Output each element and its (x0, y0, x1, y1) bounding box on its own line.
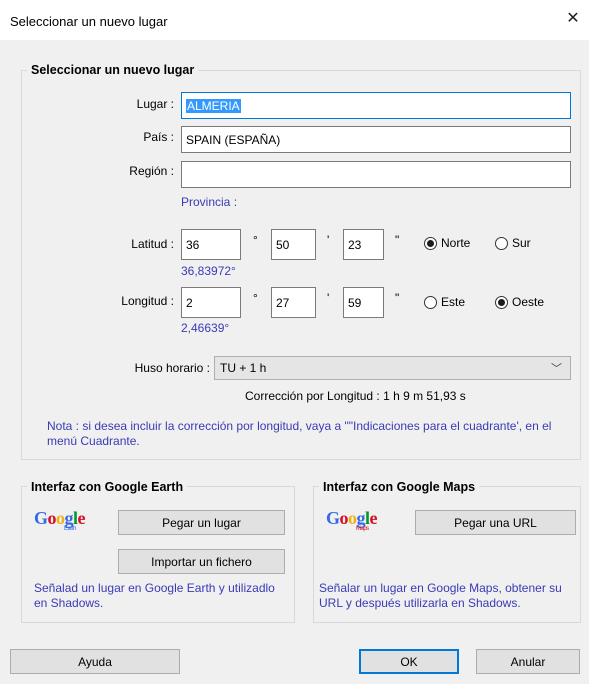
longitud-minutes-value: 27 (276, 295, 290, 310)
este-radio-circle (424, 295, 437, 309)
cancel-button[interactable]: Anular (476, 649, 580, 674)
provincia-label: Provincia : (181, 195, 238, 209)
latitud-label: Latitud : (131, 237, 174, 251)
maps-help-text: Señalar un lugar en Google Maps, obtener… (319, 581, 562, 610)
lugar-value: ALMERIA (186, 98, 241, 113)
nota-text: Nota : si desea incluir la corrección po… (47, 419, 552, 448)
longitud-degrees-input[interactable]: 2 (181, 287, 241, 318)
second-symbol: " (395, 233, 400, 247)
oeste-radio[interactable]: Oeste (495, 295, 544, 309)
latitud-degrees-value: 36 (186, 237, 200, 252)
importar-fichero-button[interactable]: Importar un fichero (118, 549, 285, 574)
latitud-decimal: 36,83972° (181, 264, 236, 278)
huso-value: TU + 1 h (220, 361, 267, 375)
sur-radio-circle (495, 236, 508, 250)
region-label: Región : (129, 164, 174, 178)
help-button[interactable]: Ayuda (10, 649, 180, 674)
oeste-label: Oeste (512, 295, 545, 309)
degree-symbol: ° (253, 233, 258, 247)
latitud-minutes-value: 50 (276, 237, 290, 252)
longitud-decimal: 2,46639° (181, 321, 230, 335)
maps-group-title: Interfaz con Google Maps (319, 480, 480, 494)
latitud-minutes-input[interactable]: 50 (271, 229, 316, 260)
sur-label: Sur (512, 236, 531, 250)
google-maps-logo: Google Maps (326, 508, 378, 532)
norte-label: Norte (441, 236, 471, 250)
earth-group-title: Interfaz con Google Earth (27, 480, 188, 494)
lugar-input[interactable]: ALMERIA (181, 92, 571, 119)
huso-select[interactable]: TU + 1 h ﹀ (214, 356, 571, 380)
second-symbol: " (395, 291, 400, 305)
pegar-url-button[interactable]: Pegar una URL (415, 510, 576, 535)
latitud-seconds-value: 23 (348, 237, 362, 252)
pais-value: SPAIN (ESPAÑA) (186, 132, 281, 147)
ok-button[interactable]: OK (359, 649, 459, 674)
region-input[interactable] (181, 161, 571, 188)
este-label: Este (441, 295, 466, 309)
pais-input[interactable]: SPAIN (ESPAÑA) (181, 126, 571, 153)
latitud-seconds-input[interactable]: 23 (343, 229, 384, 260)
place-group-title: Seleccionar un nuevo lugar (27, 63, 199, 77)
longitud-seconds-input[interactable]: 59 (343, 287, 384, 318)
google-maps-logo-sub: Maps (356, 526, 369, 532)
chevron-down-icon: ﹀ (551, 363, 562, 375)
latitud-degrees-input[interactable]: 36 (181, 229, 241, 260)
longitud-seconds-value: 59 (348, 295, 362, 310)
norte-radio-circle (424, 236, 437, 250)
pais-label: País : (143, 130, 174, 144)
longitud-label: Longitud : (121, 294, 174, 308)
huso-label: Huso horario : (134, 361, 210, 375)
minute-symbol: ' (327, 233, 330, 247)
oeste-radio-circle (495, 295, 508, 309)
degree-symbol: ° (253, 291, 258, 305)
longitud-degrees-value: 2 (186, 295, 193, 310)
este-radio[interactable]: Este (424, 295, 465, 309)
minute-symbol: ' (327, 291, 330, 305)
close-icon[interactable]: ✕ (565, 11, 581, 27)
lugar-label: Lugar : (136, 97, 174, 111)
correccion-text: Corrección por Longitud : 1 h 9 m 51,93 … (245, 389, 466, 403)
norte-radio[interactable]: Norte (424, 236, 470, 250)
window-title: Seleccionar un nuevo lugar (10, 14, 168, 29)
google-earth-logo: Google Earth (34, 508, 86, 532)
google-earth-logo-sub: Earth (64, 526, 76, 532)
earth-help-text: Señalad un lugar en Google Earth y utili… (34, 581, 275, 610)
sur-radio[interactable]: Sur (495, 236, 531, 250)
pegar-lugar-button[interactable]: Pegar un lugar (118, 510, 285, 535)
longitud-minutes-input[interactable]: 27 (271, 287, 316, 318)
